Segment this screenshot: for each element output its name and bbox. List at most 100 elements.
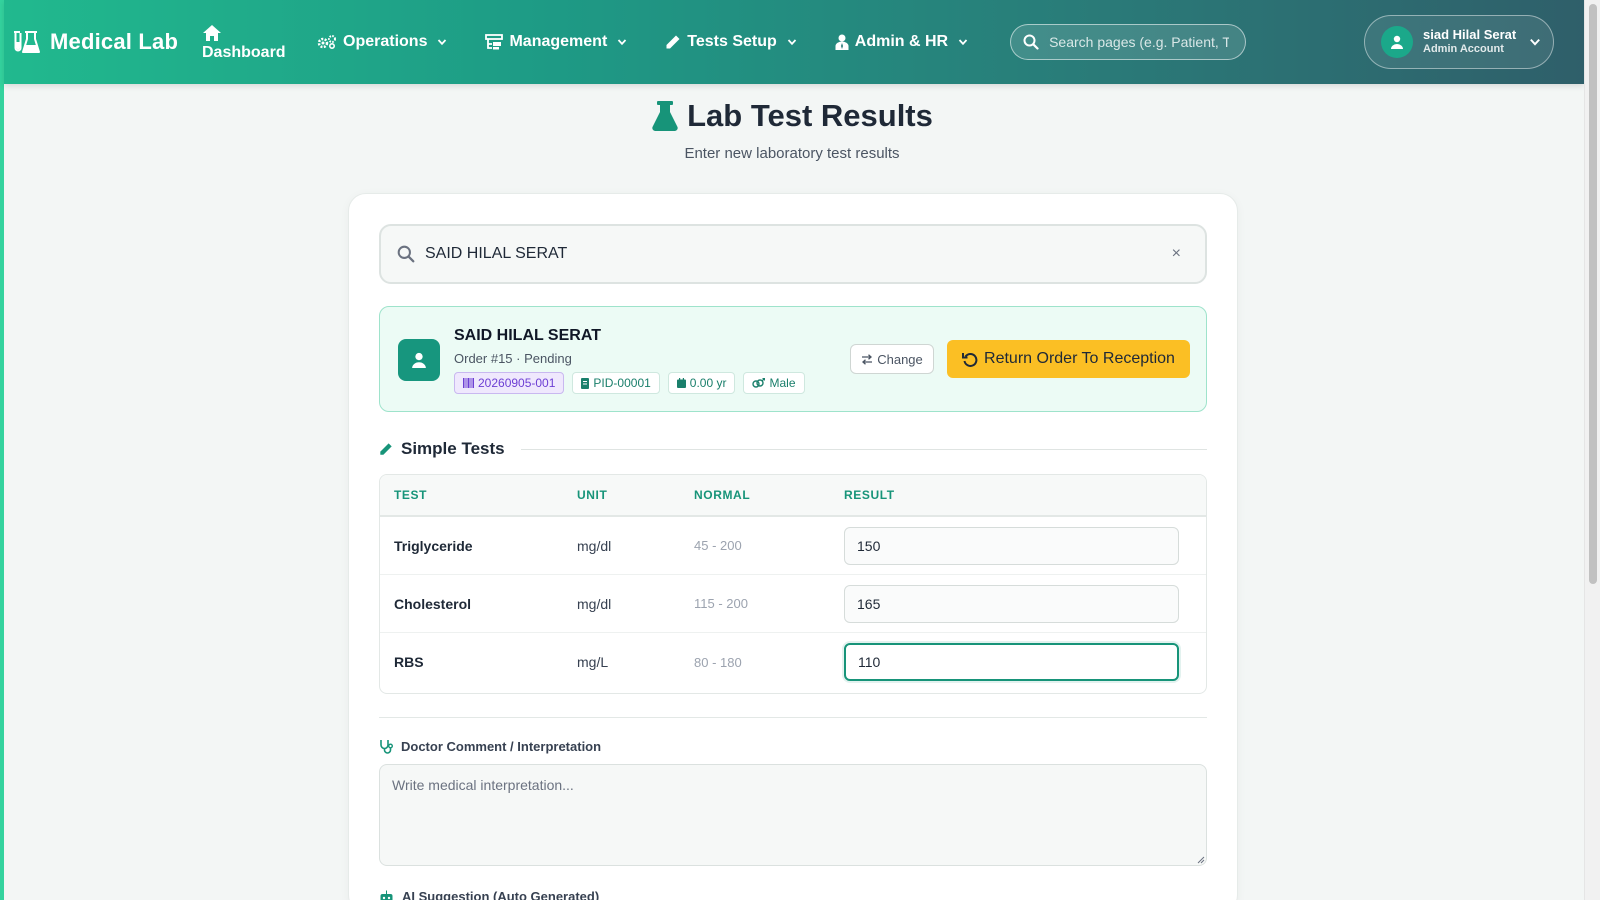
ai-suggestion-label: AI Suggestion (Auto Generated): [379, 889, 599, 900]
doctor-comment-textarea[interactable]: [379, 764, 1207, 866]
test-normal-range: 115 - 200: [694, 596, 748, 611]
nav-operations[interactable]: Operations: [317, 33, 447, 51]
doctor-comment-label: Doctor Comment / Interpretation: [379, 739, 601, 754]
test-name: RBS: [394, 654, 424, 670]
chevron-down-icon: [787, 39, 796, 46]
search-icon: [397, 245, 415, 263]
user-name: siad Hilal Serat: [1423, 27, 1517, 43]
clear-search-icon[interactable]: ×: [1172, 245, 1181, 263]
robot-icon: [380, 890, 393, 900]
barcode-badge: 20260905-001: [454, 372, 565, 394]
brand[interactable]: Medical Lab: [12, 28, 202, 56]
stethoscope-icon: [380, 740, 393, 754]
section-divider: [520, 448, 1207, 450]
chevron-down-icon: [618, 39, 627, 46]
table-row: Triglyceride mg/dl 45 - 200: [380, 517, 1206, 575]
nav-management[interactable]: Management: [485, 33, 627, 51]
simple-tests-title: Simple Tests: [401, 439, 505, 458]
change-patient-button[interactable]: Change: [850, 344, 934, 374]
nav-operations-label: Operations: [343, 33, 428, 50]
resize-grip-icon[interactable]: [1195, 854, 1205, 864]
result-input[interactable]: [844, 584, 1179, 623]
page-search[interactable]: [1010, 24, 1247, 60]
age-badge: 0.00 yr: [667, 372, 736, 394]
patient-search[interactable]: ×: [379, 224, 1207, 284]
flask-icon: [652, 101, 678, 131]
table-header: TEST UNIT NORMAL RESULT: [380, 475, 1206, 517]
doctor-comment-label-text: Doctor Comment / Interpretation: [401, 739, 602, 754]
test-name: Cholesterol: [394, 595, 472, 612]
search-icon: [1023, 34, 1039, 50]
test-normal-range: 80 - 180: [694, 654, 742, 670]
test-name: Triglyceride: [394, 537, 473, 554]
page-title-text: Lab Test Results: [687, 98, 933, 133]
top-navbar: Medical Lab Dashboard Operations Managem…: [4, 0, 1584, 84]
age-value: 0.00 yr: [689, 376, 727, 390]
user-icon: [1391, 35, 1403, 49]
test-normal-range: 45 - 200: [694, 538, 742, 553]
user-tie-icon: [835, 34, 849, 50]
pen-icon: [666, 35, 680, 49]
venus-mars-icon: [752, 377, 766, 388]
scrollbar-thumb[interactable]: [1589, 4, 1597, 584]
ai-suggestion-label-text: AI Suggestion (Auto Generated): [402, 889, 600, 900]
patient-tags: 20260905-001 PID-00001 0.00 yr Male: [454, 372, 805, 394]
simple-tests-table: TEST UNIT NORMAL RESULT Triglyceride mg/…: [379, 474, 1207, 694]
sitemap-icon: [485, 34, 504, 50]
results-card: × SAID HILAL SERAT Order #15 · Pending 2…: [348, 193, 1238, 900]
nav-dashboard[interactable]: Dashboard: [202, 22, 317, 62]
column-header-test: TEST: [394, 488, 428, 502]
page-scrollbar[interactable]: [1584, 0, 1600, 900]
brand-name: Medical Lab: [50, 29, 179, 54]
nav-admin-hr[interactable]: Admin & HR: [835, 33, 968, 51]
home-icon: [203, 25, 221, 41]
nav-management-label: Management: [509, 33, 608, 50]
patient-avatar: [398, 339, 440, 381]
test-unit: mg/dl: [577, 537, 612, 554]
column-header-unit: UNIT: [577, 488, 608, 502]
chevron-down-icon: [958, 39, 968, 46]
column-header-normal: NORMAL: [694, 488, 751, 502]
order-status: Order #15 · Pending: [454, 351, 572, 366]
nav-admin-hr-label: Admin & HR: [854, 33, 949, 50]
gender-badge: Male: [743, 372, 805, 394]
gears-icon: [317, 35, 336, 50]
return-order-button[interactable]: Return Order To Reception: [947, 340, 1190, 378]
id-card-icon: [581, 377, 590, 389]
table-row: RBS mg/L 80 - 180: [380, 633, 1206, 691]
barcode-icon: [463, 378, 474, 388]
chevron-down-icon: [438, 39, 447, 46]
avatar: [1381, 26, 1413, 58]
page-title: Lab Test Results: [651, 98, 933, 134]
result-input[interactable]: [844, 526, 1179, 565]
pid-value: PID-00001: [593, 376, 651, 390]
page-subtitle: Enter new laboratory test results: [684, 145, 900, 162]
page-search-input[interactable]: [1049, 34, 1230, 50]
table-row: Cholesterol mg/dl 115 - 200: [380, 575, 1206, 633]
return-order-label: Return Order To Reception: [984, 350, 1175, 367]
user-role: Admin Account: [1423, 43, 1504, 56]
barcode-value: 20260905-001: [478, 376, 556, 390]
chevron-down-icon: [1530, 38, 1540, 46]
gender-value: Male: [769, 376, 796, 390]
patient-name: SAID HILAL SERAT: [454, 327, 601, 344]
patient-search-input[interactable]: [425, 245, 1162, 263]
simple-tests-header: Simple Tests: [379, 439, 1207, 459]
calendar-icon: [676, 378, 686, 388]
test-unit: mg/L: [577, 654, 609, 670]
flask-icon: [14, 31, 40, 53]
undo-icon: [962, 352, 978, 367]
user-menu[interactable]: siad Hilal Serat Admin Account: [1364, 15, 1554, 69]
pid-badge: PID-00001: [572, 372, 660, 394]
nav-dashboard-label: Dashboard: [202, 44, 286, 61]
test-unit: mg/dl: [577, 595, 612, 612]
pen-icon: [380, 443, 392, 455]
nav-tests-setup[interactable]: Tests Setup: [665, 33, 797, 51]
user-info: siad Hilal Serat Admin Account: [1423, 27, 1517, 56]
nav-tests-setup-label: Tests Setup: [687, 33, 777, 50]
exchange-icon: [862, 353, 873, 365]
result-input[interactable]: [844, 643, 1179, 681]
selected-patient-panel: SAID HILAL SERAT Order #15 · Pending 202…: [379, 306, 1207, 412]
section-divider: [379, 717, 1207, 718]
user-icon: [412, 352, 426, 368]
